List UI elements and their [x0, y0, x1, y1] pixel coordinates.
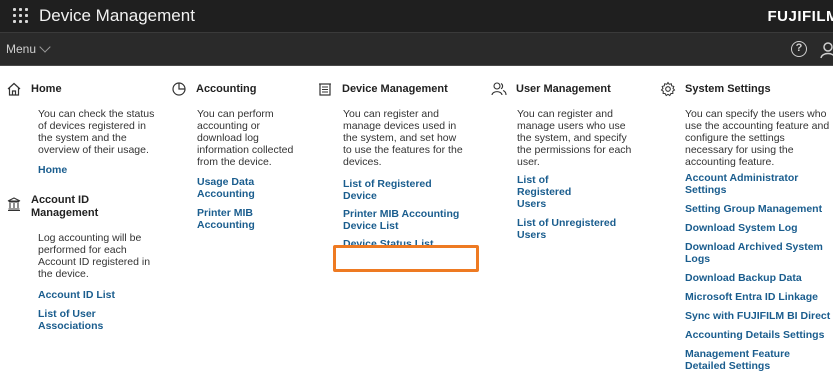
column-device-management: Device Management You can register and m… — [317, 66, 467, 250]
link-printer-mib-accounting[interactable]: Printer MIB Accounting — [171, 207, 271, 231]
link-download-system-log[interactable]: Download System Log — [660, 222, 833, 234]
link-home[interactable]: Home — [6, 164, 156, 176]
section-desc-device-management: You can register and manage devices used… — [343, 108, 463, 168]
link-download-archived-system-logs[interactable]: Download Archived System Logs — [660, 241, 830, 265]
link-device-status-list[interactable]: Device Status List — [317, 238, 467, 250]
column-system-settings: System Settings You can specify the user… — [660, 66, 833, 372]
section-header-account-id: Account ID Management — [6, 194, 156, 220]
section-title-system-settings: System Settings — [685, 83, 771, 95]
menu-button[interactable]: Menu — [6, 41, 51, 56]
section-title-device-management: Device Management — [342, 83, 448, 95]
brand-logo: FUJIFILM — [767, 8, 833, 25]
link-accounting-details-settings[interactable]: Accounting Details Settings — [660, 329, 833, 341]
link-account-administrator-settings[interactable]: Account Administrator Settings — [660, 172, 830, 196]
pie-chart-icon — [172, 82, 186, 96]
section-desc-account-id: Log accounting will be performed for eac… — [38, 232, 151, 280]
device-icon — [319, 83, 331, 96]
section-header-accounting: Accounting — [171, 78, 301, 100]
link-download-backup-data[interactable]: Download Backup Data — [660, 272, 833, 284]
link-usage-data-accounting[interactable]: Usage Data Accounting — [171, 176, 281, 200]
gear-icon — [660, 81, 676, 97]
users-icon — [491, 82, 507, 96]
link-management-feature-detailed-settings[interactable]: Management Feature Detailed Settings — [660, 348, 833, 372]
section-title-accounting: Accounting — [196, 83, 257, 95]
section-header-system-settings: System Settings — [660, 78, 833, 100]
section-header-device-management: Device Management — [317, 78, 467, 100]
link-account-id-list[interactable]: Account ID List — [6, 289, 156, 301]
link-list-of-unregistered-users[interactable]: List of Unregistered Users — [491, 217, 621, 241]
column-user-management: User Management You can register and man… — [491, 66, 641, 241]
apps-grid-icon[interactable] — [13, 8, 29, 24]
help-icon[interactable]: ? — [791, 41, 807, 57]
link-list-of-user-associations[interactable]: List of User Associations — [6, 308, 126, 332]
link-sync-with-fujifilm-bi-direct[interactable]: Sync with FUJIFILM BI Direct — [660, 310, 833, 322]
section-desc-accounting: You can perform accounting or download l… — [197, 108, 294, 168]
link-microsoft-entra-id-linkage[interactable]: Microsoft Entra ID Linkage — [660, 291, 833, 303]
section-desc-home: You can check the status of devices regi… — [38, 108, 155, 156]
menu-label: Menu — [6, 42, 37, 56]
link-list-of-registered-device[interactable]: List of Registered Device — [317, 178, 467, 202]
link-setting-group-management[interactable]: Setting Group Management — [660, 203, 833, 215]
section-desc-system-settings: You can specify the users who use the ac… — [685, 108, 830, 168]
section-title-home: Home — [31, 83, 62, 95]
section-title-user-management: User Management — [516, 83, 611, 95]
section-title-account-id: Account ID Management — [31, 194, 99, 219]
chevron-down-icon — [39, 41, 51, 53]
menu-bar: Menu ? — [0, 33, 833, 66]
home-icon — [7, 82, 21, 96]
link-printer-mib-accounting-device-list[interactable]: Printer MIB Accounting Device List — [317, 208, 467, 232]
link-list-of-registered-users[interactable]: List of Registered Users — [491, 174, 601, 210]
column-home: Home You can check the status of devices… — [6, 66, 156, 332]
app-title: Device Management — [39, 6, 195, 25]
building-icon — [7, 197, 21, 212]
section-header-home: Home — [6, 78, 156, 100]
section-header-user-management: User Management — [491, 78, 641, 100]
menu-panel: Home You can check the status of devices… — [0, 66, 833, 381]
app-header: Device Management FUJIFILM — [0, 0, 833, 33]
section-desc-user-management: You can register and manage users who us… — [517, 108, 632, 168]
column-accounting: Accounting You can perform accounting or… — [171, 66, 301, 231]
user-icon[interactable] — [820, 41, 833, 59]
